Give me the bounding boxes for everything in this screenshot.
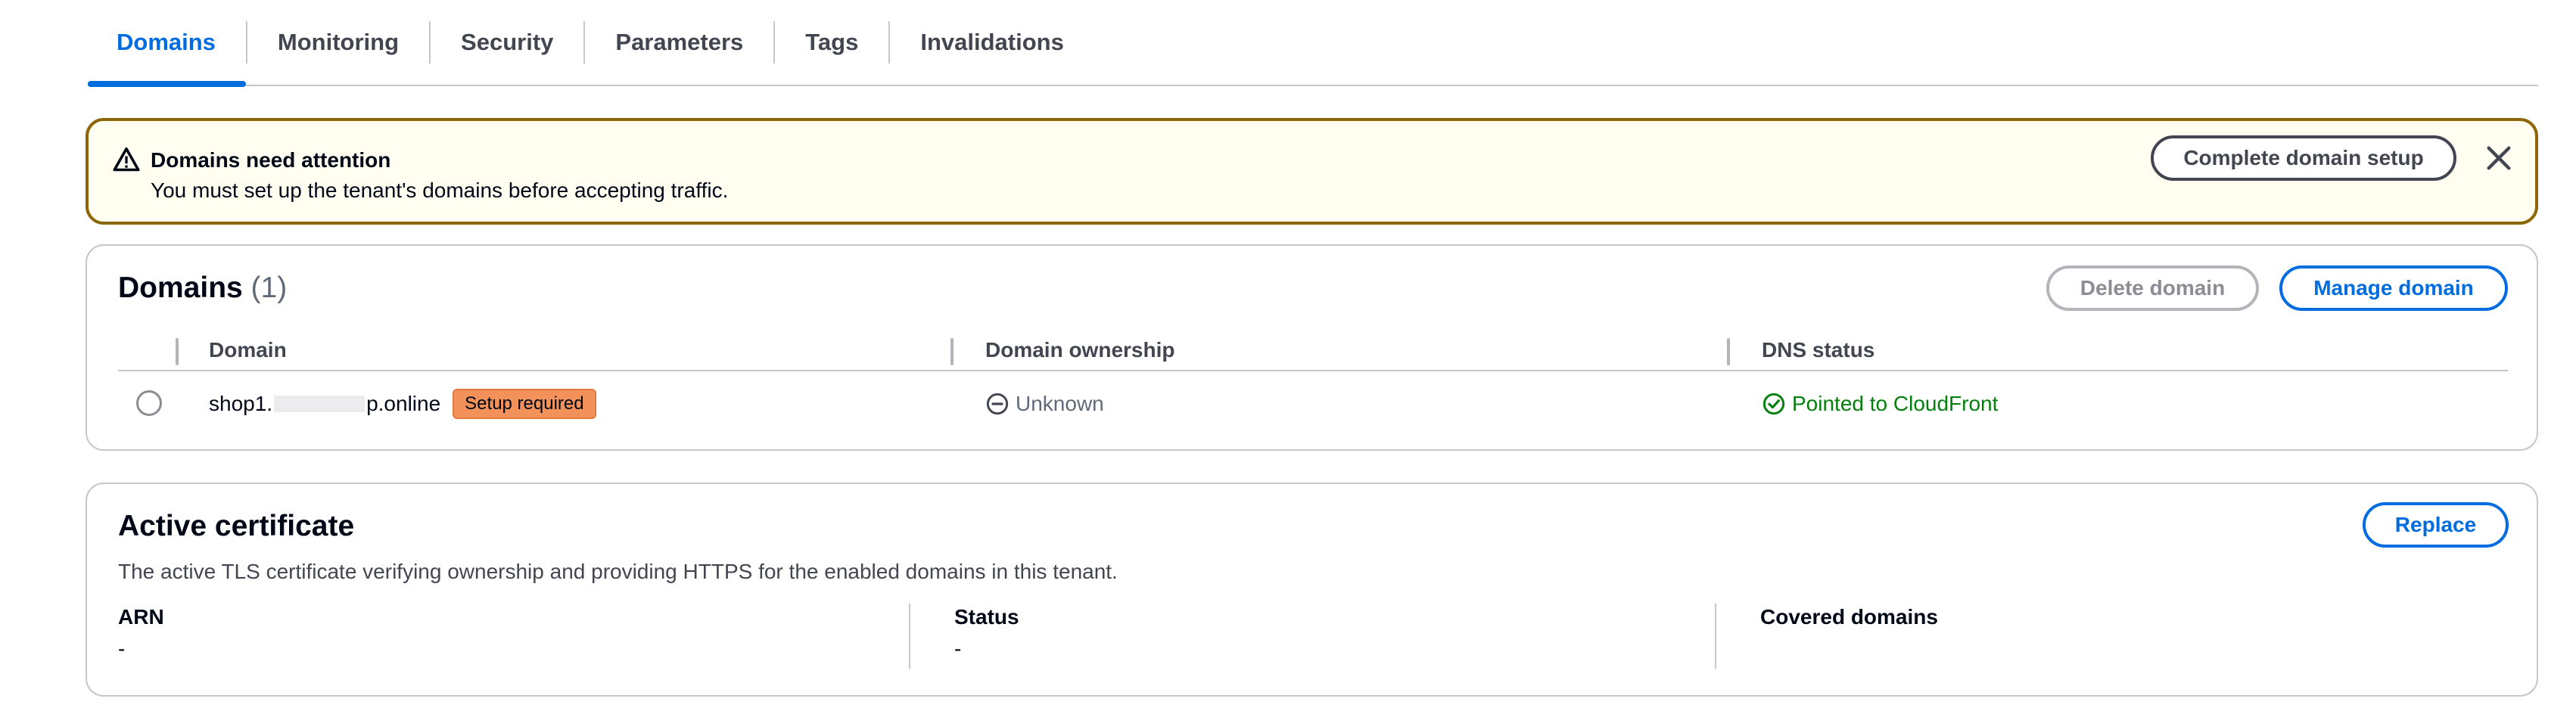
- table-header: Domain Domain ownership DNS status: [118, 331, 2508, 371]
- covered-domains-label: Covered domains: [1760, 605, 1938, 629]
- alert-message: You must set up the tenant's domains bef…: [151, 178, 729, 202]
- domains-heading: Domains (1): [118, 272, 287, 305]
- column-divider[interactable]: [1727, 338, 1730, 365]
- tab-monitoring[interactable]: Monitoring: [247, 0, 429, 85]
- column-divider[interactable]: [950, 338, 954, 365]
- tab-tags[interactable]: Tags: [775, 0, 888, 85]
- table-row: shop1. p.online Setup required Unknown P…: [118, 371, 2508, 436]
- dns-status-cell: Pointed to CloudFront: [1762, 371, 1998, 436]
- close-icon[interactable]: [2484, 143, 2514, 173]
- alert-title: Domains need attention: [151, 148, 391, 172]
- active-certificate-panel: Active certificate Replace The active TL…: [86, 483, 2538, 697]
- domains-title: Domains: [118, 272, 243, 304]
- column-divider: [176, 338, 179, 365]
- domain-name-suffix: p.online: [366, 392, 441, 415]
- dns-status: Pointed to CloudFront: [1792, 392, 1999, 415]
- tab-security[interactable]: Security: [431, 0, 583, 85]
- ownership-cell: Unknown: [985, 371, 1104, 436]
- replace-button[interactable]: Replace: [2363, 502, 2509, 548]
- minus-circle-icon: [986, 393, 1009, 415]
- certificate-title: Active certificate: [118, 510, 355, 542]
- manage-domain-button[interactable]: Manage domain: [2279, 265, 2508, 311]
- domains-count: (1): [250, 272, 288, 304]
- tab-domains[interactable]: Domains: [88, 0, 246, 87]
- tab-parameters[interactable]: Parameters: [585, 0, 773, 85]
- domain-name-prefix: shop1.: [209, 392, 273, 415]
- delete-domain-button[interactable]: Delete domain: [2046, 265, 2259, 311]
- domains-panel: Domains (1) Delete domain Manage domain …: [86, 244, 2538, 451]
- ownership-status: Unknown: [1016, 392, 1104, 415]
- column-header-dns-status[interactable]: DNS status: [1762, 331, 1874, 370]
- arn-value: -: [118, 637, 126, 660]
- tab-invalidations[interactable]: Invalidations: [890, 0, 1094, 85]
- check-circle-icon: [1762, 393, 1785, 415]
- status-label: Status: [954, 605, 1019, 629]
- status-value: -: [954, 637, 962, 660]
- arn-label: ARN: [118, 605, 164, 629]
- warning-alert: Domains need attention You must set up t…: [86, 118, 2538, 225]
- column-header-domain[interactable]: Domain: [209, 331, 287, 370]
- row-select-radio[interactable]: [136, 390, 162, 416]
- complete-domain-setup-button[interactable]: Complete domain setup: [2151, 135, 2456, 181]
- setup-required-badge: Setup required: [453, 389, 596, 419]
- certificate-description: The active TLS certificate verifying own…: [118, 560, 1118, 583]
- warning-icon: [113, 147, 140, 172]
- field-divider: [909, 604, 910, 669]
- field-divider: [1715, 604, 1716, 669]
- domain-cell: shop1. p.online Setup required: [209, 371, 596, 436]
- tab-bar: Domains Monitoring Security Parameters T…: [88, 0, 2538, 87]
- column-header-ownership[interactable]: Domain ownership: [985, 331, 1174, 370]
- redacted-text: [274, 396, 366, 412]
